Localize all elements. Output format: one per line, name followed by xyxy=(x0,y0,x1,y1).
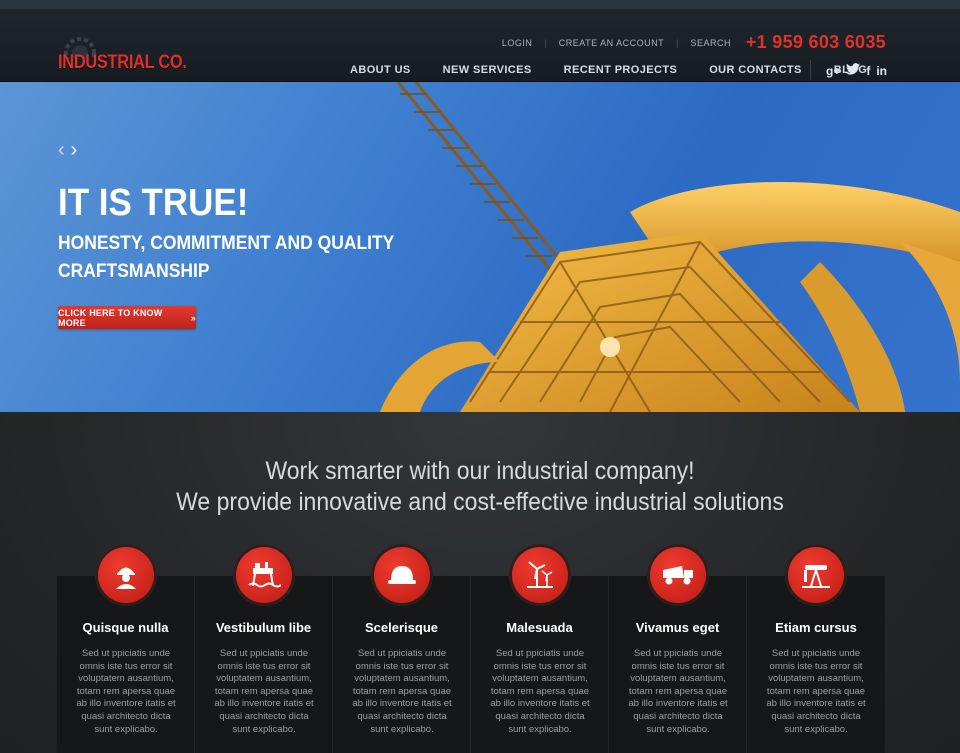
twitter-icon[interactable] xyxy=(846,63,861,78)
search-link[interactable]: SEARCH xyxy=(690,38,731,48)
feature-text: Sed ut ppiciatis unde omnis iste tus err… xyxy=(490,648,590,735)
dump-truck-icon xyxy=(647,544,709,606)
feature-title: Scelerisque xyxy=(365,620,438,635)
wind-turbine-icon xyxy=(509,544,571,606)
main-nav: ABOUT US NEW SERVICES RECENT PROJECTS OU… xyxy=(350,64,899,80)
worker-icon xyxy=(95,544,157,606)
tagline-line-1: Work smarter with our industrial company… xyxy=(265,457,695,485)
hero-title: IT IS TRUE! xyxy=(58,182,249,224)
feature-text: Sed ut ppiciatis unde omnis iste tus err… xyxy=(628,648,728,735)
feature-text: Sed ut ppiciatis unde omnis iste tus err… xyxy=(352,648,452,735)
features-row: Quisque nulla Sed ut ppiciatis unde omni… xyxy=(57,544,885,753)
feature-title: Vestibulum libe xyxy=(215,620,312,635)
double-chevron-right-icon: » xyxy=(190,312,196,323)
social-links: g+ f in xyxy=(826,63,887,78)
nav-divider xyxy=(810,60,811,80)
chevron-left-icon[interactable]: ‹ xyxy=(58,140,65,160)
facebook-icon[interactable]: f xyxy=(866,64,870,78)
feature-text: Sed ut ppiciatis unde omnis iste tus err… xyxy=(76,648,176,735)
nav-about-us[interactable]: ABOUT US xyxy=(350,64,411,80)
oil-pump-icon xyxy=(785,544,847,606)
tagline-line-2: We provide innovative and cost-effective… xyxy=(176,488,784,516)
divider: | xyxy=(676,38,679,48)
oil-platform-icon xyxy=(233,544,295,606)
nav-recent-projects[interactable]: RECENT PROJECTS xyxy=(564,64,678,80)
slider-arrows: ‹ › xyxy=(58,140,78,160)
divider: | xyxy=(544,38,547,48)
feature-card[interactable]: Vestibulum libe Sed ut ppiciatis unde om… xyxy=(195,544,333,753)
feature-card[interactable]: Etiam cursus Sed ut ppiciatis unde omnis… xyxy=(747,544,885,753)
feature-title: Quisque nulla xyxy=(82,620,169,635)
feature-title: Malesuada xyxy=(506,620,573,635)
feature-card[interactable]: Scelerisque Sed ut ppiciatis unde omnis … xyxy=(333,544,471,753)
login-link[interactable]: LOGIN xyxy=(502,38,533,48)
nav-new-services[interactable]: NEW SERVICES xyxy=(443,64,532,80)
phone-number: +1 959 603 6035 xyxy=(745,32,886,52)
feature-text: Sed ut ppiciatis unde omnis iste tus err… xyxy=(214,648,314,735)
cta-button[interactable]: CLICK HERE TO KNOW MORE » xyxy=(58,306,196,329)
feature-title: Etiam cursus xyxy=(775,620,857,635)
services-section: Work smarter with our industrial company… xyxy=(0,412,960,753)
feature-card[interactable]: Quisque nulla Sed ut ppiciatis unde omni… xyxy=(57,544,195,753)
site-header: INDUSTRIAL CO. LOGIN | CREATE AN ACCOUNT… xyxy=(0,0,960,82)
hero-slider: ‹ › IT IS TRUE! HONESTY, COMMITMENT AND … xyxy=(0,82,960,412)
hero-subtitle: HONESTY, COMMITMENT AND QUALITY CRAFTSMA… xyxy=(58,233,395,282)
feature-text: Sed ut ppiciatis unde omnis iste tus err… xyxy=(766,648,866,735)
nav-our-contacts[interactable]: OUR CONTACTS xyxy=(709,64,802,80)
linkedin-icon[interactable]: in xyxy=(876,64,887,78)
cta-label: CLICK HERE TO KNOW MORE xyxy=(58,307,163,328)
logo[interactable]: INDUSTRIAL CO. xyxy=(58,52,187,74)
feature-title: Vivamus eget xyxy=(635,620,720,635)
create-account-link[interactable]: CREATE AN ACCOUNT xyxy=(559,38,664,48)
feature-card[interactable]: Malesuada Sed ut ppiciatis unde omnis is… xyxy=(471,544,609,753)
google-plus-icon[interactable]: g+ xyxy=(826,64,840,78)
feature-card[interactable]: Vivamus eget Sed ut ppiciatis unde omnis… xyxy=(609,544,747,753)
tagline: Work smarter with our industrial company… xyxy=(38,456,921,518)
chevron-right-icon[interactable]: › xyxy=(71,140,78,160)
hard-hat-icon xyxy=(371,544,433,606)
